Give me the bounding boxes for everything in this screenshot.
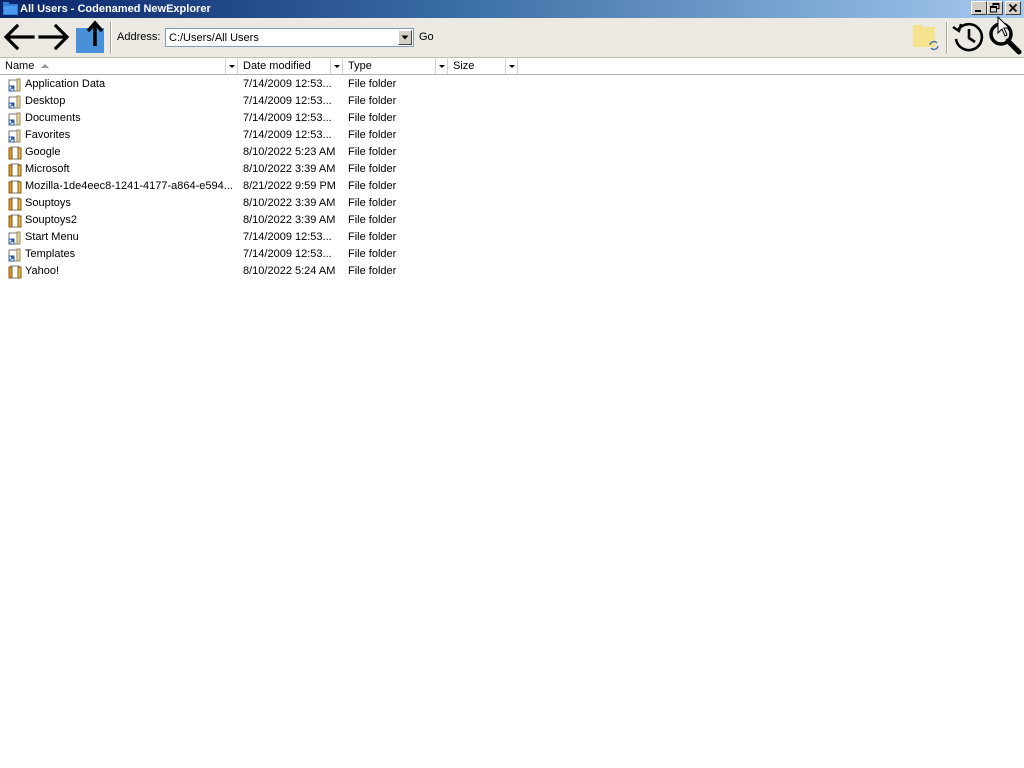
file-date: 7/14/2009 12:53...: [243, 95, 332, 107]
column-label-name: Name: [5, 60, 35, 72]
toolbar-separator: [110, 22, 112, 54]
file-row[interactable]: Documents 7/14/2009 12:53... File folder: [0, 110, 1024, 127]
column-label-size: Size: [453, 60, 475, 72]
file-type: File folder: [348, 197, 397, 209]
toolbar-separator: [946, 22, 948, 54]
file-row[interactable]: Microsoft 8/10/2022 3:39 AM File folder: [0, 161, 1024, 178]
file-row[interactable]: Start Menu 7/14/2009 12:53... File folde…: [0, 229, 1024, 246]
minimize-button[interactable]: [971, 1, 987, 15]
file-name: Google: [25, 146, 61, 158]
file-date: 7/14/2009 12:53...: [243, 231, 332, 243]
file-name: Desktop: [25, 95, 66, 107]
file-name: Mozilla-1de4eec8-1241-4177-a864-e594...: [25, 180, 233, 192]
file-type: File folder: [348, 146, 397, 158]
shortcut-folder-icon: [8, 95, 21, 109]
file-row[interactable]: Templates 7/14/2009 12:53... File folder: [0, 246, 1024, 263]
column-header-name[interactable]: Name: [0, 59, 238, 74]
file-name: Microsoft: [25, 163, 70, 175]
file-name: Yahoo!: [25, 265, 60, 277]
shortcut-folder-icon: [8, 112, 21, 126]
file-date: 8/10/2022 3:39 AM: [243, 163, 336, 175]
history-clock-icon[interactable]: [951, 20, 985, 54]
file-name: Application Data: [25, 78, 106, 90]
column-filter-dropdown[interactable]: [330, 59, 342, 74]
file-row[interactable]: Desktop 7/14/2009 12:53... File folder: [0, 93, 1024, 110]
address-label: Address:: [117, 31, 161, 43]
column-filter-dropdown[interactable]: [505, 59, 517, 74]
file-type: File folder: [348, 163, 397, 175]
back-arrow-icon[interactable]: [2, 20, 36, 54]
file-row[interactable]: Application Data 7/14/2009 12:53... File…: [0, 76, 1024, 93]
file-name: Souptoys: [25, 197, 71, 209]
chevron-down-icon: [401, 35, 409, 40]
file-date: 7/14/2009 12:53...: [243, 129, 332, 141]
title-bar: All Users - Codenamed NewExplorer: [0, 0, 1024, 18]
file-date: 8/10/2022 5:24 AM: [243, 265, 336, 277]
minimize-icon: [975, 10, 981, 12]
file-name: Favorites: [25, 129, 71, 141]
file-date: 7/14/2009 12:53...: [243, 248, 332, 260]
column-label-date: Date modified: [243, 60, 311, 72]
file-type: File folder: [348, 129, 397, 141]
close-icon: [1008, 3, 1018, 13]
file-name: Documents: [25, 112, 81, 124]
file-type: File folder: [348, 95, 397, 107]
file-date: 8/10/2022 3:39 AM: [243, 214, 336, 226]
column-header-bar: Name Date modified Type Size: [0, 59, 1024, 75]
file-type: File folder: [348, 180, 397, 192]
close-button[interactable]: [1005, 1, 1021, 15]
shortcut-folder-icon: [8, 231, 21, 245]
up-folder-icon[interactable]: [74, 20, 108, 54]
file-row[interactable]: Souptoys 8/10/2022 3:39 AM File folder: [0, 195, 1024, 212]
column-header-size[interactable]: Size: [448, 59, 518, 74]
column-filter-dropdown[interactable]: [225, 59, 237, 74]
column-label-type: Type: [348, 60, 372, 72]
folder-icon: [8, 197, 22, 211]
shortcut-folder-icon: [8, 129, 21, 143]
sort-ascending-icon: [41, 64, 49, 68]
file-type: File folder: [348, 214, 397, 226]
file-type: File folder: [348, 231, 397, 243]
file-date: 7/14/2009 12:53...: [243, 78, 332, 90]
file-type: File folder: [348, 248, 397, 260]
address-input[interactable]: [167, 30, 396, 45]
file-date: 8/21/2022 9:59 PM: [243, 180, 336, 192]
file-name: Templates: [25, 248, 76, 260]
folder-icon: [8, 265, 22, 279]
address-dropdown-button[interactable]: [398, 30, 412, 45]
file-row[interactable]: Souptoys2 8/10/2022 3:39 AM File folder: [0, 212, 1024, 229]
address-combobox[interactable]: [165, 28, 414, 47]
window-title: All Users - Codenamed NewExplorer: [20, 3, 211, 15]
restore-button[interactable]: [987, 1, 1003, 15]
file-date: 8/10/2022 5:23 AM: [243, 146, 336, 158]
sync-folder-icon[interactable]: [910, 23, 942, 53]
folder-icon: [8, 180, 22, 194]
folder-icon: [8, 163, 22, 177]
file-date: 7/14/2009 12:53...: [243, 112, 332, 124]
folder-icon: [8, 214, 22, 228]
file-name: Start Menu: [25, 231, 79, 243]
file-row[interactable]: Google 8/10/2022 5:23 AM File folder: [0, 144, 1024, 161]
file-type: File folder: [348, 78, 397, 90]
file-row[interactable]: Yahoo! 8/10/2022 5:24 AM File folder: [0, 263, 1024, 280]
toolbar: Address: Go: [0, 18, 1024, 58]
file-row[interactable]: Favorites 7/14/2009 12:53... File folder: [0, 127, 1024, 144]
file-type: File folder: [348, 112, 397, 124]
column-filter-dropdown[interactable]: [435, 59, 447, 74]
go-button[interactable]: Go: [419, 31, 434, 43]
folder-app-icon: [3, 2, 18, 15]
file-type: File folder: [348, 265, 397, 277]
file-name: Souptoys2: [25, 214, 77, 226]
file-date: 8/10/2022 3:39 AM: [243, 197, 336, 209]
restore-icon: [990, 3, 1000, 13]
forward-arrow-icon[interactable]: [37, 20, 71, 54]
folder-icon: [8, 146, 22, 160]
column-header-date[interactable]: Date modified: [238, 59, 343, 74]
file-row[interactable]: Mozilla-1de4eec8-1241-4177-a864-e594... …: [0, 178, 1024, 195]
shortcut-folder-icon: [8, 248, 21, 262]
mouse-cursor-icon: [997, 16, 1011, 37]
file-list: Application Data 7/14/2009 12:53... File…: [0, 76, 1024, 280]
shortcut-folder-icon: [8, 78, 21, 92]
column-header-type[interactable]: Type: [343, 59, 448, 74]
